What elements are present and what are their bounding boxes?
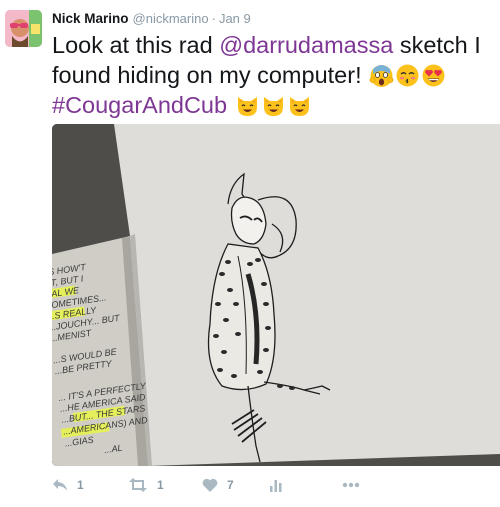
author-name[interactable]: Nick Marino [52,11,129,26]
retweet-icon [129,478,147,492]
avatar-image [5,10,42,47]
hashtag-link[interactable]: #CougarAndCub [52,92,227,118]
more-dots-icon [342,482,360,488]
heart-icon [202,478,218,492]
reply-icon [53,479,67,491]
mention-link[interactable]: @darrudamassa [219,32,393,58]
author-handle[interactable]: @nickmarino [133,11,209,26]
tweet-photo[interactable]: ...S HOW'T IST, BUT I ...AL WE SOMETIMES… [52,124,500,466]
kissing-face-closed-eyes-emoji [396,64,419,87]
tweet-text-line-1: Look at this rad @darrudamassa sketch I [52,30,492,60]
tweet-text: Look at this rad @darrudamassa sketch I … [52,30,492,120]
text-part: sketch I [393,32,481,58]
face-screaming-emoji [369,65,394,87]
text-part: Look at this rad [52,32,220,58]
reply-count: 1 [77,478,84,492]
text-part: found hiding on my computer! [52,62,369,88]
more-button[interactable] [342,474,360,496]
retweet-count: 1 [157,478,164,492]
like-button[interactable]: 7 [202,474,234,496]
analytics-icon [270,479,282,492]
avatar[interactable] [5,10,42,47]
sketch-photo: ...S HOW'T IST, BUT I ...AL WE SOMETIMES… [52,124,500,466]
like-count: 7 [227,478,234,492]
analytics-button[interactable] [270,474,282,496]
retweet-button[interactable]: 1 [128,474,164,496]
separator-dot: · [211,11,216,26]
tweet-actions: 1 1 7 [52,474,492,496]
tweet-text-line-2: found hiding on my computer! [52,60,492,90]
smiling-cat-emoji [237,97,257,116]
tweet: Nick Marino @nickmarino · Jan 9 Look at thi… [0,0,500,507]
reply-button[interactable]: 1 [52,474,84,496]
smiling-cat-emoji [263,97,283,116]
smiling-cat-emoji [289,97,309,116]
heart-eyes-emoji [422,64,445,87]
timestamp[interactable]: Jan 9 [219,11,251,26]
tweet-text-line-3: #CougarAndCub [52,90,492,120]
tweet-header: Nick Marino @nickmarino · Jan 9 [52,10,251,28]
